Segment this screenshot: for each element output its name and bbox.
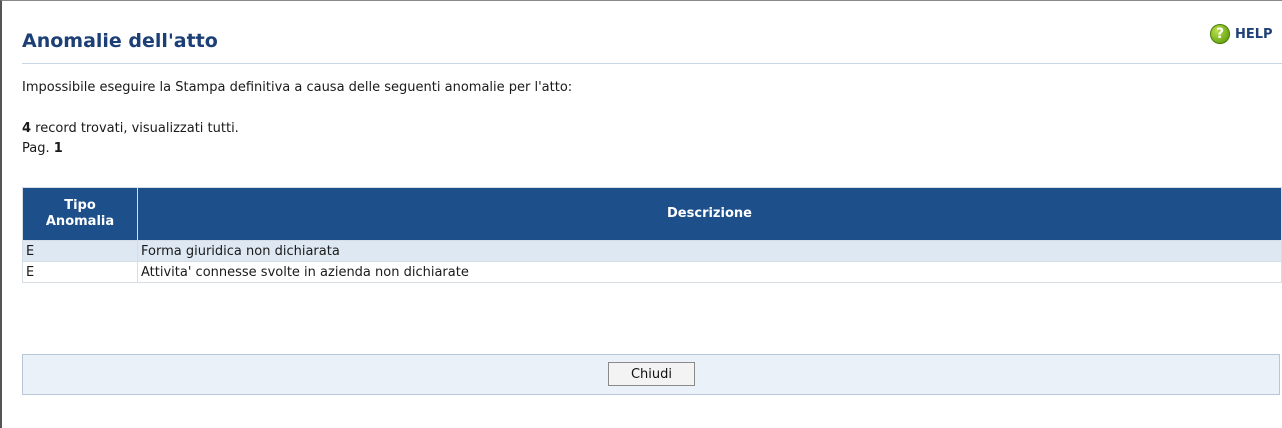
close-button[interactable]: Chiudi bbox=[608, 362, 695, 386]
help-label: HELP bbox=[1235, 26, 1273, 42]
record-count-number: 4 bbox=[22, 121, 32, 136]
anomalies-table: Tipo Anomalia Descrizione E Forma giurid… bbox=[22, 187, 1282, 283]
help-icon: ? bbox=[1210, 24, 1230, 44]
record-count: 4 record trovati, visualizzati tutti. bbox=[22, 121, 239, 136]
cell-tipo: E bbox=[23, 262, 137, 282]
cell-descrizione: Forma giuridica non dichiarata bbox=[138, 241, 1281, 261]
column-header-label: Tipo Anomalia bbox=[45, 198, 115, 229]
cell-tipo: E bbox=[23, 241, 137, 261]
page-title: Anomalie dell'atto bbox=[22, 30, 218, 52]
help-link[interactable]: ? HELP bbox=[1210, 24, 1273, 44]
page-label: Pag. bbox=[22, 141, 54, 156]
column-header-tipo-anomalia[interactable]: Tipo Anomalia bbox=[23, 188, 137, 240]
button-bar: Chiudi bbox=[22, 354, 1280, 395]
table-row: E Attivita' connesse svolte in azienda n… bbox=[23, 262, 1281, 282]
error-message: Impossibile eseguire la Stampa definitiv… bbox=[22, 80, 573, 95]
table-row: E Forma giuridica non dichiarata bbox=[23, 241, 1281, 261]
cell-descrizione: Attivita' connesse svolte in azienda non… bbox=[138, 262, 1281, 282]
record-count-text: record trovati, visualizzati tutti. bbox=[31, 121, 239, 136]
title-divider bbox=[22, 63, 1282, 64]
page-indicator: Pag. 1 bbox=[22, 141, 63, 156]
column-header-descrizione[interactable]: Descrizione bbox=[138, 188, 1281, 240]
page-number: 1 bbox=[53, 141, 63, 156]
